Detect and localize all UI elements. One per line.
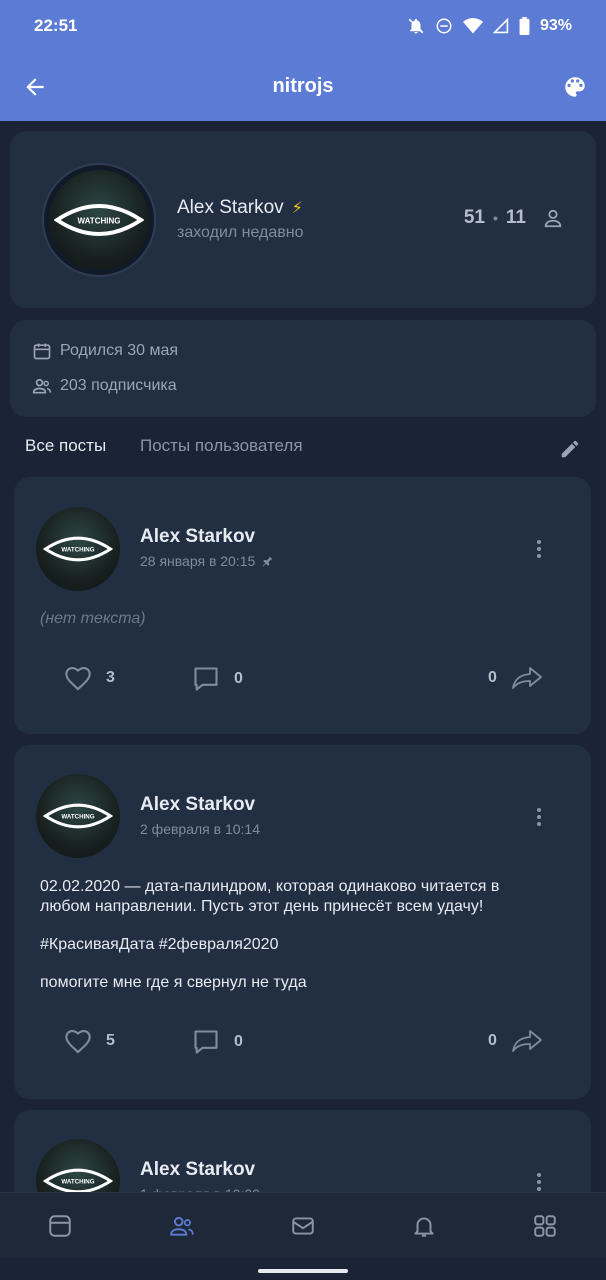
count-b: 11 <box>505 207 526 228</box>
heart-icon <box>65 1030 91 1054</box>
dnd-icon <box>436 18 452 34</box>
more-options-icon[interactable] <box>537 808 541 829</box>
edit-icon[interactable] <box>559 438 581 460</box>
followers-text: 203 подписчика <box>60 377 177 394</box>
users-icon <box>32 378 52 394</box>
more-options-icon[interactable] <box>537 540 541 561</box>
like-count: 5 <box>106 1032 115 1049</box>
more-options-icon[interactable] <box>537 1173 541 1194</box>
watching-eye-logo: WATCHING <box>43 803 113 829</box>
count-a: 51 <box>463 207 485 228</box>
bottom-navigation <box>0 1192 606 1258</box>
avatar-logo-text: WATCHING <box>61 1179 94 1186</box>
calendar-icon <box>33 343 51 360</box>
post-text-line: помогите мне где я свернул не туда <box>40 974 307 991</box>
post-author[interactable]: Alex Starkov <box>140 526 255 548</box>
comment-count: 0 <box>234 1033 243 1050</box>
person-icon <box>544 209 562 228</box>
battery-icon <box>519 17 530 35</box>
post-author[interactable]: Alex Starkov <box>140 1159 255 1181</box>
nav-friends[interactable] <box>169 1213 195 1239</box>
profile-name: Alex Starkov <box>177 197 284 218</box>
feed-icon <box>49 1215 71 1237</box>
signal-icon <box>492 17 509 34</box>
share-count: 0 <box>488 669 497 686</box>
share-button[interactable]: 0 <box>488 1028 543 1054</box>
page-title: nitrojs <box>272 75 334 97</box>
posts-tabs: Все посты Посты пользователя <box>25 436 585 458</box>
last-seen: заходил недавно <box>177 224 304 241</box>
watching-eye-logo: WATCHING <box>43 536 113 562</box>
post-date: 28 января в 20:15 <box>140 553 256 569</box>
post-author[interactable]: Alex Starkov <box>140 794 255 816</box>
bell-icon <box>414 1217 434 1237</box>
status-icons: 93% <box>407 17 572 35</box>
nav-messages[interactable] <box>290 1213 316 1239</box>
info-card: Родился 30 мая 203 подписчика <box>10 320 596 417</box>
post-text: 02.02.2020 — дата-палиндром, которая оди… <box>40 877 561 993</box>
heart-icon <box>65 667 91 691</box>
avatar-logo-text: WATCHING <box>61 814 94 821</box>
birthday-row: Родился 30 мая <box>32 341 178 361</box>
tab-user-posts[interactable]: Посты пользователя <box>140 436 303 456</box>
grid-icon <box>534 1215 556 1237</box>
wifi-icon <box>462 18 483 34</box>
post-date: 2 февраля в 10:14 <box>140 821 260 837</box>
palette-icon[interactable] <box>562 74 588 100</box>
profile-avatar-ring[interactable]: WATCHING <box>42 163 156 277</box>
comment-button[interactable]: 0 <box>192 1028 243 1056</box>
post-date-row: 2 февраля в 10:14 <box>140 821 260 837</box>
post-text-line: 02.02.2020 — дата-палиндром, которая оди… <box>40 878 500 895</box>
battery-percent: 93% <box>539 17 572 34</box>
share-arrow-icon <box>512 667 542 689</box>
nav-feed[interactable] <box>47 1213 73 1239</box>
bell-off-icon <box>408 18 424 34</box>
lightning-icon: ⚡ <box>291 200 303 217</box>
post-text-line: любом направлении. Пусть этот день прине… <box>40 898 484 915</box>
post-hashtags[interactable]: #КрасиваяДата #2февраля2020 <box>40 935 561 955</box>
profile-name-row: Alex Starkov ⚡ <box>177 197 303 219</box>
birthday-text: Родился 30 мая <box>60 342 179 359</box>
comment-icon <box>194 1030 218 1054</box>
post-empty-text: (нет текста) <box>40 610 146 627</box>
post-avatar[interactable]: WATCHING <box>36 507 120 591</box>
status-time: 22:51 <box>34 16 78 35</box>
post-avatar[interactable]: WATCHING <box>36 774 120 858</box>
share-button[interactable]: 0 <box>488 665 543 691</box>
comment-button[interactable]: 0 <box>192 665 243 693</box>
app-bar: nitrojs <box>0 52 606 121</box>
pin-icon <box>262 556 273 566</box>
nav-notifications[interactable] <box>411 1213 437 1239</box>
gesture-bar[interactable] <box>258 1269 348 1273</box>
avatar-logo-text: WATCHING <box>78 217 121 226</box>
followers-row[interactable]: 203 подписчика <box>32 376 177 396</box>
comment-icon <box>194 667 218 691</box>
share-arrow-icon <box>512 1030 542 1052</box>
users-icon <box>170 1216 194 1236</box>
like-button[interactable]: 3 <box>64 665 115 691</box>
share-count: 0 <box>488 1032 497 1049</box>
count-separator: • <box>493 210 498 226</box>
nav-services[interactable] <box>532 1213 558 1239</box>
avatar: WATCHING <box>49 170 149 270</box>
status-bar: 22:51 93% <box>0 0 606 52</box>
back-arrow-icon[interactable] <box>22 74 48 100</box>
avatar-logo-text: WATCHING <box>61 547 94 554</box>
post-card: WATCHING Alex Starkov 2 февраля в 10:14 … <box>14 745 591 1099</box>
comment-count: 0 <box>234 670 243 687</box>
mail-icon <box>292 1217 314 1235</box>
post-card: WATCHING Alex Starkov 28 января в 20:15 … <box>14 477 591 734</box>
profile-counts[interactable]: 51 • 11 <box>464 207 564 229</box>
like-button[interactable]: 5 <box>64 1028 115 1054</box>
watching-eye-logo: WATCHING <box>54 204 144 236</box>
like-count: 3 <box>106 669 115 686</box>
profile-card: WATCHING Alex Starkov ⚡ заходил недавно … <box>10 131 596 308</box>
tab-all-posts[interactable]: Все посты <box>25 436 106 456</box>
post-date-row: 28 января в 20:15 <box>140 553 274 569</box>
